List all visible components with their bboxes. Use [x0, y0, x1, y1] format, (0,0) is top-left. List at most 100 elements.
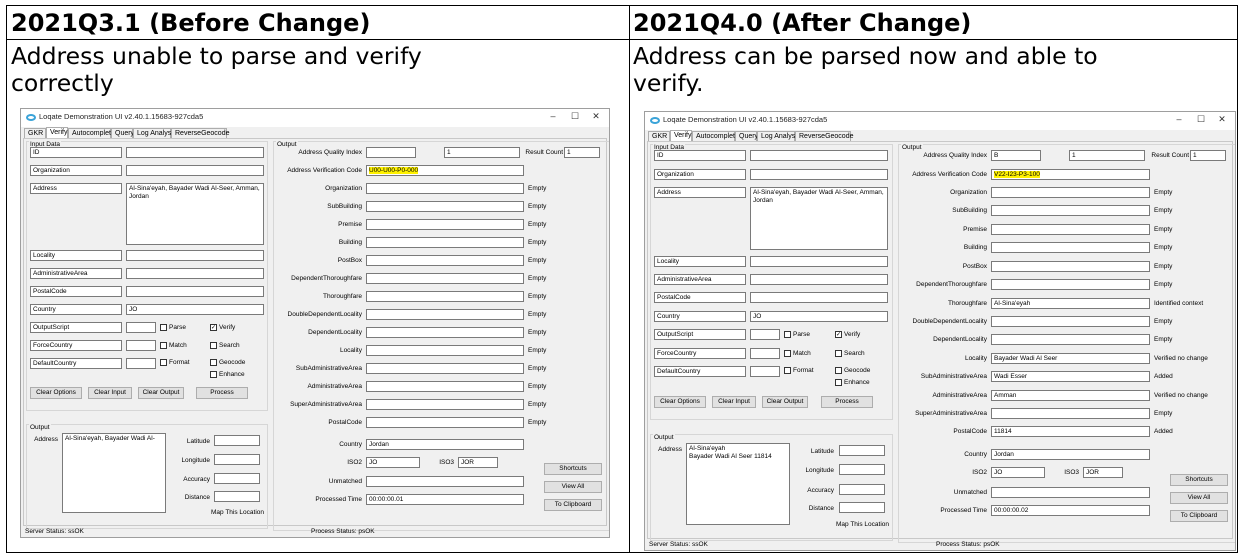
input-field-selector[interactable]: OutputScript [30, 322, 122, 333]
clear-input-button[interactable]: Clear Input [712, 396, 756, 408]
output-field-value [366, 381, 524, 392]
input-field-selector[interactable]: Organization [30, 165, 122, 176]
option-format-checkbox[interactable]: Format [784, 366, 832, 375]
input-field-selector[interactable]: DefaultCountry [30, 358, 122, 369]
to-clipboard-button[interactable]: To Clipboard [1170, 510, 1228, 522]
input-field-selector[interactable]: Address [30, 183, 122, 194]
input-value[interactable] [126, 250, 264, 261]
option-verify-checkbox[interactable]: ✓ Verify [210, 323, 258, 332]
input-value[interactable] [750, 329, 780, 340]
input-field-selector[interactable]: Organization [654, 169, 746, 180]
output-field-status: Empty [528, 221, 547, 228]
input-value[interactable] [126, 165, 264, 176]
input-value[interactable] [126, 268, 264, 279]
input-field-selector[interactable]: ForceCountry [30, 340, 122, 351]
input-field-selector[interactable]: Country [30, 304, 122, 315]
clear-options-button[interactable]: Clear Options [30, 387, 82, 399]
option-label: Search [844, 350, 865, 357]
input-value[interactable]: JO [750, 311, 888, 322]
input-value[interactable] [126, 322, 156, 333]
input-field-selector[interactable]: ForceCountry [654, 348, 746, 359]
input-field-selector[interactable]: AdministrativeArea [30, 268, 122, 279]
input-field-selector[interactable]: ID [30, 147, 122, 158]
option-label: Verify [844, 331, 861, 338]
input-field-selector[interactable]: OutputScript [654, 329, 746, 340]
clear-output-button[interactable]: Clear Output [762, 396, 808, 408]
option-enhance-checkbox[interactable]: Enhance [210, 370, 258, 379]
input-value[interactable] [750, 150, 888, 161]
clear-output-button[interactable]: Clear Output [138, 387, 184, 399]
output-field-status: Empty [528, 365, 547, 372]
input-value[interactable] [750, 348, 780, 359]
geo-address-label: Address [658, 446, 682, 453]
input-value[interactable] [126, 286, 264, 297]
input-field-selector[interactable]: AdministrativeArea [654, 274, 746, 285]
output-field-value [991, 261, 1150, 272]
avc-value: U00-U00-P0-000 [366, 165, 524, 176]
input-value[interactable] [750, 169, 888, 180]
input-field-selector[interactable]: Locality [30, 250, 122, 261]
input-value[interactable] [126, 147, 264, 158]
option-verify-checkbox[interactable]: ✓ Verify [835, 330, 883, 339]
input-field-selector[interactable]: ID [654, 150, 746, 161]
minimize-icon[interactable]: – [543, 111, 563, 121]
iso2-label: ISO2 [347, 459, 362, 466]
output-field-label: SubAdministrativeArea [920, 373, 987, 380]
iso2-value: JO [366, 457, 420, 468]
clear-options-button[interactable]: Clear Options [654, 396, 706, 408]
output-field-value: Al-Sina'eyah [991, 298, 1150, 309]
process-button[interactable]: Process [821, 396, 873, 408]
process-status: Process Status: psOK [311, 528, 375, 535]
address-input[interactable]: Al-Sina'eyah, Bayader Wadi Al-Seer, Amma… [126, 183, 264, 245]
input-field-selector[interactable]: Address [654, 187, 746, 198]
input-field-selector[interactable]: Locality [654, 256, 746, 267]
map-this-location-link[interactable]: Map This Location [194, 508, 264, 518]
input-value[interactable] [126, 340, 156, 351]
option-geocode-checkbox[interactable]: Geocode [835, 366, 883, 375]
input-field-selector[interactable]: Country [654, 311, 746, 322]
option-search-checkbox[interactable]: Search [835, 349, 883, 358]
view-all-button[interactable]: View All [544, 481, 602, 493]
option-match-checkbox[interactable]: Match [784, 349, 832, 358]
minimize-icon[interactable]: – [1169, 114, 1189, 124]
option-label: Match [793, 350, 811, 357]
input-field-selector[interactable]: PostalCode [654, 292, 746, 303]
option-format-checkbox[interactable]: Format [160, 358, 208, 367]
input-value[interactable] [750, 292, 888, 303]
view-all-button[interactable]: View All [1170, 492, 1228, 504]
checkbox-icon [160, 341, 167, 349]
process-button[interactable]: Process [196, 387, 248, 399]
shortcuts-button[interactable]: Shortcuts [544, 463, 602, 475]
output-field-value [366, 399, 524, 410]
input-value[interactable] [750, 366, 780, 377]
result-index-spinner[interactable]: 1 [1069, 150, 1145, 161]
result-index-spinner[interactable]: 1 [444, 147, 520, 158]
close-icon[interactable]: ✕ [586, 111, 606, 122]
option-parse-checkbox[interactable]: Parse [784, 330, 832, 339]
address-input[interactable]: Al-Sina'eyah, Bayader Wadi Al-Seer, Amma… [750, 187, 888, 250]
input-value[interactable] [750, 274, 888, 285]
to-clipboard-button[interactable]: To Clipboard [544, 499, 602, 511]
option-match-checkbox[interactable]: Match [160, 341, 208, 350]
output-field-status: Empty [528, 275, 547, 282]
clear-input-button[interactable]: Clear Input [88, 387, 132, 399]
input-value[interactable] [750, 256, 888, 267]
shortcuts-button[interactable]: Shortcuts [1170, 474, 1228, 486]
aqi-value [366, 147, 416, 158]
output-field-label: DependentThoroughfare [916, 281, 987, 288]
close-icon[interactable]: ✕ [1212, 114, 1232, 125]
option-parse-checkbox[interactable]: Parse [160, 323, 208, 332]
option-enhance-checkbox[interactable]: Enhance [835, 378, 883, 387]
input-field-selector[interactable]: DefaultCountry [654, 366, 746, 377]
maximize-icon[interactable]: ☐ [1191, 114, 1211, 125]
output-field-label: Organization [950, 189, 987, 196]
input-value[interactable] [126, 358, 156, 369]
maximize-icon[interactable]: ☐ [565, 111, 585, 122]
map-this-location-link[interactable]: Map This Location [819, 520, 889, 530]
input-field-selector[interactable]: PostalCode [30, 286, 122, 297]
checkbox-icon [784, 330, 791, 338]
geo-address-value: Al-Sina'eyah Bayader Wadi Al Seer 11814 [686, 443, 790, 525]
option-search-checkbox[interactable]: Search [210, 341, 258, 350]
option-geocode-checkbox[interactable]: Geocode [210, 358, 258, 367]
input-value[interactable]: JO [126, 304, 264, 315]
